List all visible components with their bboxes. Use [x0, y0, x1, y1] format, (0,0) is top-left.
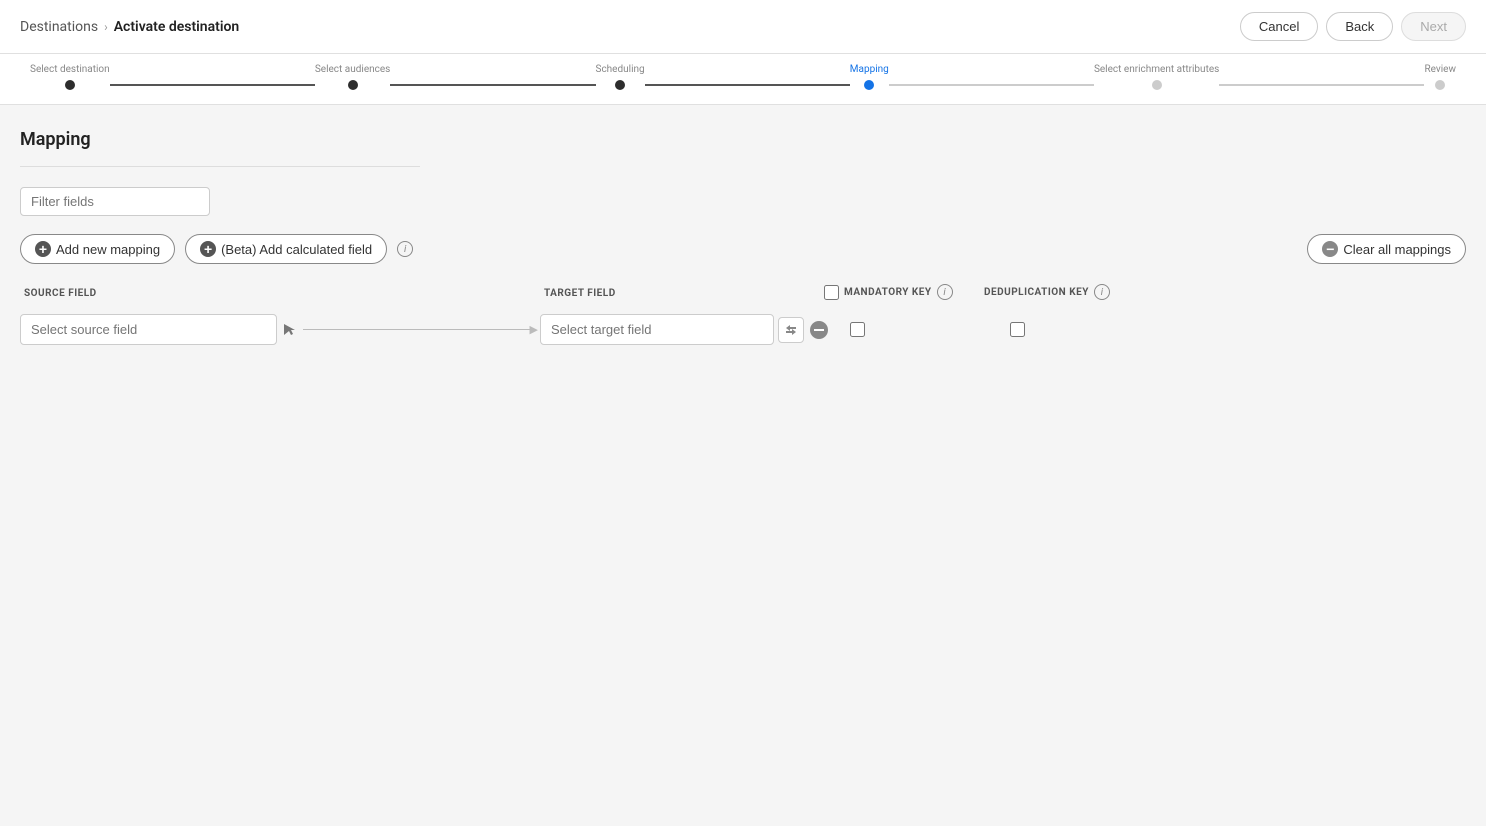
connector-3 — [645, 84, 850, 86]
col-header-dedup: DEDUPLICATION KEY i — [984, 284, 1462, 300]
mandatory-key-label: MANDATORY KEY — [844, 287, 932, 298]
step-enrichment: Select enrichment attributes — [1094, 64, 1219, 90]
add-mapping-button[interactable]: + Add new mapping — [20, 234, 175, 264]
step-review: Review — [1424, 64, 1456, 90]
plus-icon-add: + — [35, 241, 51, 257]
step-scheduling: Scheduling — [596, 64, 645, 90]
step-select-destination: Select destination — [30, 64, 110, 90]
next-button: Next — [1401, 12, 1466, 41]
breadcrumb-parent[interactable]: Destinations — [20, 19, 98, 35]
filter-input[interactable] — [20, 187, 210, 216]
arrow-line: ▶ — [303, 323, 538, 336]
col-header-source: SOURCE FIELD — [24, 285, 544, 300]
back-button[interactable]: Back — [1326, 12, 1393, 41]
source-field-input[interactable] — [20, 314, 277, 345]
action-left: + Add new mapping + (Beta) Add calculate… — [20, 234, 413, 264]
step-label-4: Mapping — [850, 64, 889, 75]
info-icon-calculated[interactable]: i — [397, 241, 413, 257]
clear-all-label: Clear all mappings — [1343, 242, 1451, 257]
progress-bar: Select destination Select audiences Sche… — [0, 54, 1486, 105]
step-label-5: Select enrichment attributes — [1094, 64, 1219, 75]
target-field-input[interactable] — [540, 314, 774, 345]
step-label-1: Select destination — [30, 64, 110, 75]
source-field-wrap: ▶ — [20, 314, 540, 345]
section-divider — [20, 166, 420, 167]
mandatory-key-cell — [830, 322, 990, 337]
main-content: Mapping + Add new mapping + (Beta) Add c… — [0, 105, 1486, 373]
minus-icon-clear: − — [1322, 241, 1338, 257]
source-field-label: SOURCE FIELD — [24, 288, 97, 299]
page-title: Mapping — [20, 129, 1466, 150]
connector-2 — [390, 84, 595, 86]
header: Destinations › Activate destination Canc… — [0, 0, 1486, 54]
cancel-button[interactable]: Cancel — [1240, 12, 1318, 41]
step-dot-3 — [615, 80, 625, 90]
swap-button[interactable] — [778, 317, 804, 343]
step-dot-2 — [348, 80, 358, 90]
step-select-audiences: Select audiences — [315, 64, 391, 90]
target-field-label: TARGET FIELD — [544, 288, 616, 299]
cursor-icon — [277, 322, 301, 338]
breadcrumb-separator: › — [104, 20, 108, 34]
col-header-target: TARGET FIELD — [544, 285, 824, 300]
add-calculated-button[interactable]: + (Beta) Add calculated field — [185, 234, 387, 264]
header-buttons: Cancel Back Next — [1240, 12, 1466, 41]
connector-1 — [110, 84, 315, 86]
connector-4 — [889, 84, 1094, 86]
target-field-wrap — [540, 314, 830, 345]
table-header: SOURCE FIELD TARGET FIELD MANDATORY KEY … — [20, 284, 1466, 300]
plus-icon-beta: + — [200, 241, 216, 257]
mandatory-key-checkbox-row[interactable] — [850, 322, 865, 337]
clear-all-button[interactable]: − Clear all mappings — [1307, 234, 1466, 264]
connector-5 — [1219, 84, 1424, 86]
remove-mapping-button[interactable] — [808, 319, 830, 341]
dedup-key-label: DEDUPLICATION KEY — [984, 287, 1089, 298]
step-dot-4 — [864, 80, 874, 90]
step-mapping: Mapping — [850, 64, 889, 90]
dedup-key-checkbox-row[interactable] — [1010, 322, 1025, 337]
step-label-2: Select audiences — [315, 64, 391, 75]
breadcrumb: Destinations › Activate destination — [20, 19, 239, 35]
dedup-key-cell — [990, 322, 1466, 337]
mandatory-key-checkbox-header[interactable] — [824, 285, 839, 300]
info-icon-dedup[interactable]: i — [1094, 284, 1110, 300]
mapping-table: SOURCE FIELD TARGET FIELD MANDATORY KEY … — [20, 284, 1466, 349]
step-label-6: Review — [1424, 64, 1456, 75]
arrow-head-icon: ▶ — [530, 323, 538, 336]
step-label-3: Scheduling — [596, 64, 645, 75]
step-dot-6 — [1435, 80, 1445, 90]
step-dot-1 — [65, 80, 75, 90]
col-header-mandatory: MANDATORY KEY i — [824, 284, 984, 300]
add-calculated-label: (Beta) Add calculated field — [221, 242, 372, 257]
step-dot-5 — [1152, 80, 1162, 90]
steps-container: Select destination Select audiences Sche… — [20, 64, 1466, 90]
info-icon-mandatory[interactable]: i — [937, 284, 953, 300]
action-row: + Add new mapping + (Beta) Add calculate… — [20, 234, 1466, 264]
table-row: ▶ — [20, 310, 1466, 349]
breadcrumb-current: Activate destination — [114, 19, 240, 35]
add-mapping-label: Add new mapping — [56, 242, 160, 257]
